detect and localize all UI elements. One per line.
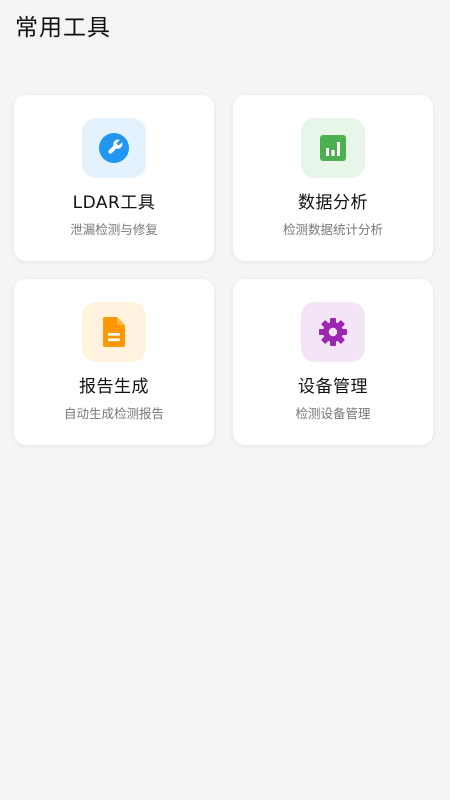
wrench-icon (99, 133, 129, 163)
report-icon-box (82, 302, 146, 362)
device-card-title: 设备管理 (298, 377, 368, 397)
page-title: 常用工具 (15, 15, 111, 41)
ldar-icon-box (82, 118, 146, 178)
data-analysis-icon-box (301, 118, 365, 178)
report-card-title: 报告生成 (79, 377, 149, 397)
ldar-tool-card[interactable]: LDAR工具 泄漏检测与修复 (14, 95, 214, 261)
tools-grid: LDAR工具 泄漏检测与修复 数据分析 检测数据统计分析 报告生成 自动生成检测 (14, 95, 434, 445)
device-card-subtitle: 检测设备管理 (295, 406, 371, 421)
data-analysis-card-title: 数据分析 (298, 193, 368, 213)
report-card-subtitle: 自动生成检测报告 (63, 406, 164, 421)
device-management-card[interactable]: 设备管理 检测设备管理 (233, 279, 433, 445)
device-icon-box (301, 302, 365, 362)
report-generation-card[interactable]: 报告生成 自动生成检测报告 (14, 279, 214, 445)
ldar-card-subtitle: 泄漏检测与修复 (70, 222, 158, 237)
data-analysis-card-subtitle: 检测数据统计分析 (282, 222, 383, 237)
document-icon (103, 317, 125, 347)
data-analysis-card[interactable]: 数据分析 检测数据统计分析 (233, 95, 433, 261)
ldar-card-title: LDAR工具 (72, 193, 156, 213)
bar-chart-icon (320, 135, 346, 161)
gear-icon (319, 318, 347, 346)
